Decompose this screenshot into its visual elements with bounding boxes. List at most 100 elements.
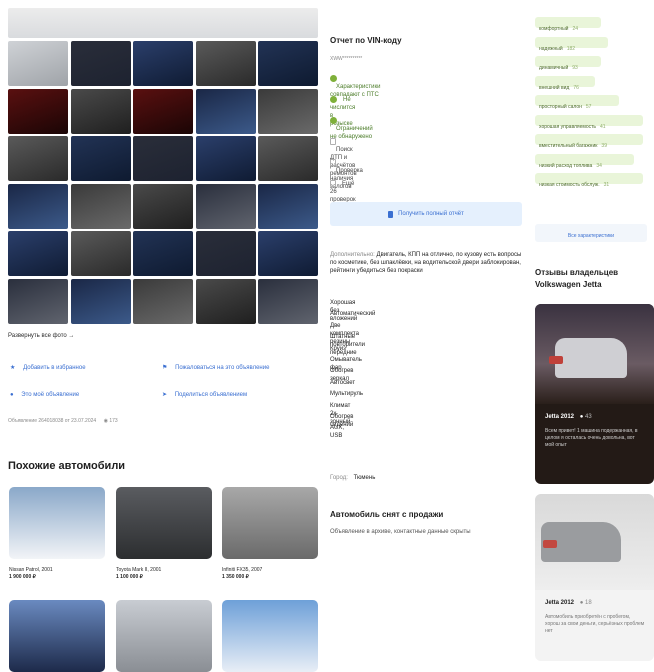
- review-photo: [535, 494, 654, 590]
- similar-car-price: 1 350 000 ₽: [222, 574, 249, 580]
- photo-thumbnail[interactable]: [258, 183, 318, 229]
- photo-thumbnail[interactable]: [258, 88, 318, 134]
- similar-car-photo: [116, 600, 212, 672]
- photo-thumbnail[interactable]: [70, 183, 131, 229]
- characteristic-tag[interactable]: комфортный 24: [535, 17, 601, 32]
- share-action[interactable]: ➤ Поделиться объявлением: [162, 391, 247, 399]
- photo-thumbnail[interactable]: [258, 278, 318, 324]
- photo-thumbnail[interactable]: [70, 41, 131, 86]
- similar-car-card[interactable]: [222, 600, 318, 672]
- similar-car-card[interactable]: [116, 600, 212, 672]
- photo-thumbnail[interactable]: [195, 183, 256, 229]
- add-favorite-action[interactable]: ★ Добавить в избранное: [10, 364, 86, 372]
- vin-code: XWW**********: [330, 56, 363, 62]
- similar-cars-title: Похожие автомобили: [8, 460, 126, 472]
- characteristic-tag[interactable]: просторный салон 57: [535, 95, 619, 110]
- main-photo[interactable]: [8, 8, 318, 38]
- similar-car-card[interactable]: Infiniti FX35, 2007 1 350 000 ₽: [222, 487, 318, 581]
- review-card-title: Jetta 2012 ● 18: [545, 600, 592, 606]
- photo-thumbnail[interactable]: [8, 41, 68, 86]
- photo-thumbnail[interactable]: [133, 88, 193, 134]
- photo-thumbnail[interactable]: [70, 136, 131, 181]
- my-ad-action[interactable]: ● Это моё объявление: [10, 391, 79, 399]
- similar-car-photo: [9, 487, 105, 559]
- ad-meta: Объявление 264018038 от 23.07.2024 ◉ 173: [8, 418, 118, 424]
- characteristic-tag[interactable]: низкий расход топлива 34: [535, 153, 634, 169]
- document-icon: [330, 180, 336, 187]
- feature-line: AUX, USB: [330, 425, 345, 440]
- feature-line: Круиз: [330, 345, 346, 352]
- photo-thumbnail[interactable]: [133, 231, 193, 276]
- photo-thumbnail[interactable]: [8, 136, 68, 181]
- photo-thumbnail[interactable]: [70, 231, 131, 276]
- similar-car-name: Infiniti FX35, 2007: [222, 567, 263, 573]
- photo-thumbnail[interactable]: [195, 136, 256, 181]
- photo-thumbnail[interactable]: [258, 41, 318, 86]
- similar-car-card[interactable]: Nissan Patrol, 2001 1 900 000 ₽: [9, 487, 105, 581]
- photo-thumbnail[interactable]: [133, 136, 193, 181]
- photo-thumbnail[interactable]: [133, 278, 193, 324]
- similar-car-photo: [222, 487, 318, 559]
- comment-icon: ●: [579, 600, 584, 606]
- characteristic-tag[interactable]: хорошая управляемость 41: [535, 114, 643, 130]
- check-circle-icon: [330, 75, 337, 82]
- document-icon: [388, 211, 394, 219]
- photo-thumbnail[interactable]: [8, 88, 68, 134]
- characteristic-tag[interactable]: низкая стоимость обслуж. 31: [535, 173, 643, 188]
- similar-car-price: 1 100 000 ₽: [116, 574, 143, 580]
- city: Город: Тюмень: [330, 475, 376, 481]
- photo-thumbnail[interactable]: [258, 231, 318, 276]
- star-icon: ★: [10, 365, 16, 371]
- review-photo: [535, 304, 654, 404]
- similar-car-name: Toyota Mark II, 2001: [116, 567, 162, 573]
- share-icon: ➤: [162, 392, 168, 398]
- photo-gallery[interactable]: [8, 8, 318, 324]
- photo-thumbnail[interactable]: [195, 41, 256, 86]
- photo-thumbnail[interactable]: [195, 88, 256, 134]
- similar-car-photo: [222, 600, 318, 672]
- characteristic-tag[interactable]: вместительный багажник 39: [535, 134, 643, 149]
- photo-thumbnail[interactable]: [8, 231, 68, 276]
- characteristic-tag[interactable]: надежный 182: [535, 36, 608, 52]
- review-card-text: Автомобиль приобретён с пробегом, хорош …: [545, 614, 645, 634]
- photo-thumbnail[interactable]: [8, 183, 68, 229]
- photo-thumbnail[interactable]: [70, 88, 131, 134]
- removed-title: Автомобиль снят с продажи: [330, 510, 444, 519]
- all-characteristics-button[interactable]: Все характеристики: [535, 224, 647, 242]
- similar-car-photo: [9, 600, 105, 672]
- similar-car-photo: [116, 487, 212, 559]
- photo-thumbnail[interactable]: [8, 278, 68, 324]
- photo-thumbnail[interactable]: [133, 183, 193, 229]
- review-card[interactable]: Jetta 2012 ● 18 Автомобиль приобретён с …: [535, 494, 654, 661]
- feature-line: Мультируль: [330, 391, 363, 398]
- photo-thumbnail[interactable]: [258, 136, 318, 181]
- review-card-text: Всем привет! 1 машина подержанная, в цел…: [545, 428, 638, 448]
- user-icon: ●: [10, 392, 14, 398]
- photo-thumbnail[interactable]: [195, 231, 256, 276]
- feature-line: Автосвет: [330, 379, 356, 386]
- feature-line: Автоматический: [330, 311, 376, 318]
- reviews-title: Отзывы владельцев Volkswagen Jetta: [535, 268, 619, 289]
- show-all-photos-link[interactable]: Развернуть все фото →: [8, 332, 74, 340]
- characteristic-tag[interactable]: внешний вид 76: [535, 75, 595, 91]
- removed-text: Объявление в архиве, контактные данные с…: [330, 529, 471, 535]
- vin-report-title: Отчет по VIN-коду: [330, 36, 402, 45]
- characteristic-tag[interactable]: динамичный 93: [535, 56, 601, 71]
- comment-icon: ●: [579, 414, 584, 420]
- photo-thumbnail[interactable]: [70, 278, 131, 324]
- review-card[interactable]: Jetta 2012 ● 43 Всем привет! 1 машина по…: [535, 304, 654, 484]
- photo-thumbnail[interactable]: [133, 41, 193, 86]
- document-icon: [330, 159, 336, 166]
- similar-car-card[interactable]: Toyota Mark II, 2001 1 100 000 ₽: [116, 487, 212, 581]
- photo-thumbnail[interactable]: [195, 278, 256, 324]
- similar-car-name: Nissan Patrol, 2001: [9, 567, 53, 573]
- similar-car-card[interactable]: [9, 600, 105, 672]
- eye-icon: ◉: [103, 418, 108, 424]
- full-report-button[interactable]: Получить полный отчёт: [330, 202, 522, 226]
- complain-action[interactable]: ⚑ Пожаловаться на это объявление: [162, 364, 269, 372]
- document-icon: [330, 138, 336, 145]
- description: Дополнительно: Двигатель, КПП на отлично…: [330, 252, 522, 274]
- similar-car-price: 1 900 000 ₽: [9, 574, 36, 580]
- check-circle-icon: [330, 96, 337, 103]
- review-card-title: Jetta 2012 ● 43: [545, 414, 592, 420]
